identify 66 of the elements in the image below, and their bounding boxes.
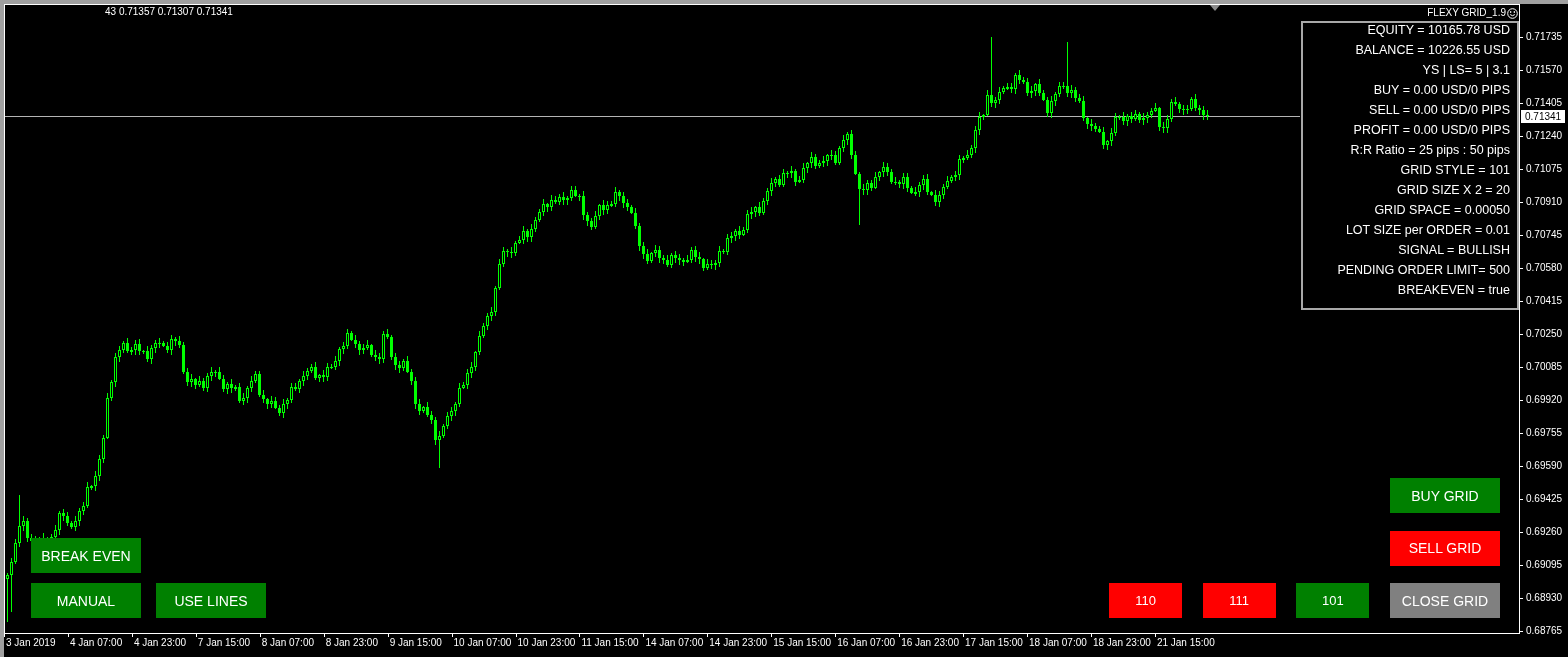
shift-marker-icon[interactable] [1210, 5, 1220, 11]
price-axis-label: 0.70415 [1520, 295, 1563, 307]
info-line: SIGNAL = BULLISH [1398, 243, 1510, 259]
price-axis-label: 0.69590 [1520, 460, 1563, 472]
time-axis-label: 7 Jan 15:00 [195, 634, 251, 649]
info-line: BALANCE = 10226.55 USD [1355, 43, 1510, 59]
price-axis-label: 0.70580 [1520, 262, 1563, 274]
price-axis-label: 0.70085 [1520, 361, 1563, 373]
break-even-button[interactable]: BREAK EVEN [31, 538, 141, 573]
grid-style-button[interactable]: 101 [1296, 583, 1370, 618]
price-axis-label: 0.69920 [1520, 394, 1563, 406]
time-axis-label: 18 Jan 23:00 [1090, 634, 1151, 649]
time-axis-label: 4 Jan 07:00 [67, 634, 123, 649]
price-axis-label: 0.71570 [1520, 64, 1563, 76]
price-axis-label: 0.71405 [1520, 97, 1563, 109]
info-line: PROFIT = 0.00 USD/0 PIPS [1353, 123, 1510, 139]
buy-grid-button[interactable]: BUY GRID [1390, 478, 1500, 513]
price-axis-label: 0.68765 [1520, 625, 1563, 637]
time-axis-label: 16 Jan 07:00 [835, 634, 895, 649]
time-axis-label: 10 Jan 07:00 [451, 634, 512, 649]
price-axis-label: 0.69260 [1520, 526, 1563, 538]
price-axis-label: 0.69755 [1520, 427, 1563, 439]
time-axis-label: 14 Jan 07:00 [643, 634, 704, 649]
price-axis-label: 0.71240 [1520, 130, 1563, 142]
sell-grid-button[interactable]: SELL GRID [1390, 530, 1500, 566]
time-axis-label: 3 Jan 2019 [4, 634, 56, 649]
use-lines-button[interactable]: USE LINES [156, 583, 266, 618]
time-axis-label: 18 Jan 07:00 [1027, 634, 1087, 649]
price-axis-label: 0.71735 [1520, 31, 1563, 43]
grid-style-button[interactable]: 111 [1202, 583, 1276, 618]
price-axis-label: 0.70745 [1520, 229, 1563, 241]
time-axis-label: 14 Jan 23:00 [707, 634, 768, 649]
info-line: BREAKEVEN = true [1397, 283, 1510, 299]
info-line: GRID STYLE = 101 [1400, 163, 1510, 179]
close-grid-button[interactable]: CLOSE GRID [1390, 583, 1500, 618]
time-axis-label: 9 Jan 15:00 [387, 634, 442, 649]
time-axis-label: 21 Jan 15:00 [1154, 634, 1215, 649]
time-axis-label: 10 Jan 23:00 [515, 634, 576, 649]
grid-style-button[interactable]: 110 [1109, 583, 1183, 618]
info-line: SELL = 0.00 USD/0 PIPS [1369, 103, 1510, 119]
time-axis-label: 8 Jan 23:00 [323, 634, 378, 649]
manual-button[interactable]: MANUAL [31, 583, 141, 618]
time-axis-label: 15 Jan 15:00 [771, 634, 832, 649]
info-line: R:R Ratio = 25 pips : 50 pips [1350, 143, 1510, 159]
info-line: YS | LS= 5 | 3.1 [1422, 63, 1510, 79]
price-axis-label: 0.70910 [1520, 196, 1563, 208]
price-axis-label: 0.70250 [1520, 328, 1563, 340]
time-axis-label: 17 Jan 15:00 [963, 634, 1023, 649]
info-line: EQUITY = 10165.78 USD [1367, 23, 1510, 39]
time-axis-label: 4 Jan 23:00 [131, 634, 187, 649]
info-line: LOT SIZE per ORDER = 0.01 [1345, 223, 1510, 239]
expert-name-label: FLEXY GRID_1.9 [1427, 7, 1506, 19]
info-line: BUY = 0.00 USD/0 PIPS [1373, 83, 1510, 99]
price-axis-label: 0.71075 [1520, 163, 1563, 175]
time-axis-label: 16 Jan 23:00 [899, 634, 959, 649]
current-price-label: 0.71341 [1521, 109, 1566, 123]
price-axis-label: 0.68930 [1520, 592, 1563, 604]
info-line: PENDING ORDER LIMIT= 500 [1337, 263, 1510, 279]
info-line: GRID SPACE = 0.00050 [1374, 203, 1510, 219]
smiley-icon[interactable] [1507, 7, 1518, 19]
info-line: GRID SIZE X 2 = 20 [1397, 183, 1510, 199]
time-axis-label: 11 Jan 15:00 [579, 634, 639, 649]
time-axis-label: 8 Jan 07:00 [259, 634, 314, 649]
price-axis-label: 0.69425 [1520, 493, 1563, 505]
price-axis-label: 0.69095 [1520, 559, 1563, 571]
ohlc-readout: 43 0.71357 0.71307 0.71341 [105, 6, 233, 18]
